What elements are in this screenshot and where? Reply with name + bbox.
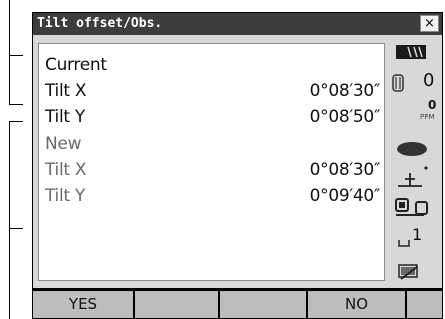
softkey-no[interactable]: NO	[308, 291, 405, 318]
softkey-bar: YES NO	[33, 288, 442, 318]
laser-icon	[397, 142, 427, 156]
ppm-value: 0	[428, 98, 437, 112]
current-tilt-x-label: Tilt X	[45, 81, 87, 101]
bracket-current	[9, 0, 10, 105]
close-button[interactable]: ×	[420, 15, 439, 32]
tilt-icon	[398, 166, 428, 187]
current-tilt-y-row: Tilt Y 0°08′50″	[45, 104, 380, 130]
battery-icon	[396, 45, 426, 59]
mode-icon	[398, 240, 410, 247]
new-tilt-y-row: Tilt Y 0°09′40″	[45, 183, 380, 209]
new-heading: New	[45, 134, 82, 154]
tilt-values-panel: Current Tilt X 0°08′30″ Tilt Y 0°08′50″ …	[38, 43, 385, 281]
new-tilt-x-row: Tilt X 0°08′30″	[45, 157, 380, 183]
softkey-2[interactable]	[135, 291, 218, 318]
status-column: 0 0 PPM 1	[386, 37, 442, 287]
current-tilt-x-value: 0°08′30″	[309, 81, 381, 101]
window-title: Tilt offset/Obs.	[37, 16, 163, 31]
new-tilt-x-label: Tilt X	[45, 160, 87, 180]
mode-number: 1	[412, 225, 423, 244]
bracket-new-tick-mid	[9, 228, 23, 229]
new-tilt-x-value: 0°08′30″	[309, 160, 381, 180]
bracket-current-tick-top	[9, 55, 23, 56]
current-tilt-y-value: 0°08′50″	[309, 107, 381, 127]
bracket-new-tick-top	[9, 121, 23, 122]
ppm-label: PPM	[420, 113, 435, 121]
bracket-current-tick-bottom	[9, 104, 23, 105]
instrument-screen: Tilt offset/Obs. × Current Tilt X 0°08′3…	[32, 12, 443, 319]
bracket-new	[9, 121, 10, 319]
communication-icon	[395, 198, 428, 216]
input-mode-icon	[398, 264, 418, 280]
new-tilt-y-label: Tilt Y	[45, 186, 85, 206]
prism-constant: 0	[423, 70, 435, 91]
current-tilt-x-row: Tilt X 0°08′30″	[45, 78, 380, 104]
prism-icon	[392, 74, 404, 92]
current-tilt-y-label: Tilt Y	[45, 107, 85, 127]
title-bar: Tilt offset/Obs. ×	[33, 13, 442, 35]
softkey-yes[interactable]: YES	[33, 291, 133, 318]
current-heading: Current	[45, 55, 107, 75]
current-heading-row: Current	[45, 52, 380, 78]
softkey-5[interactable]	[407, 291, 442, 318]
new-heading-row: New	[45, 131, 380, 157]
softkey-3[interactable]	[220, 291, 306, 318]
new-tilt-y-value: 0°09′40″	[309, 186, 381, 206]
